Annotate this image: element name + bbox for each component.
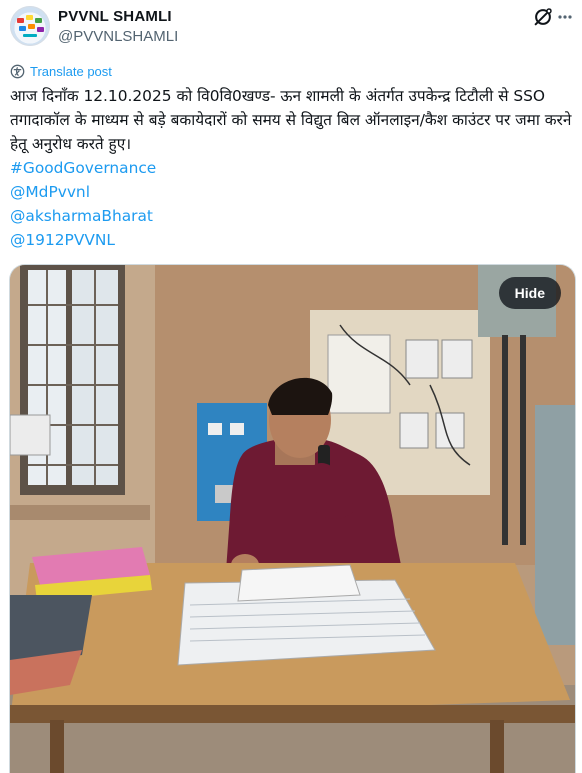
more-icon[interactable] bbox=[558, 7, 572, 27]
post-photo[interactable]: Hide bbox=[9, 264, 576, 773]
post-text: आज दिनाँक 12.10.2025 को वि0वि0खण्ड- ऊन श… bbox=[10, 87, 572, 153]
author-block[interactable]: PVVNL SHAMLI @PVVNLSHAMLI bbox=[58, 8, 178, 45]
photo-scene bbox=[10, 265, 575, 773]
post-header: PVVNL SHAMLI @PVVNLSHAMLI bbox=[10, 6, 572, 46]
user-handle[interactable]: @PVVNLSHAMLI bbox=[58, 28, 178, 45]
mention-aksharmabharat[interactable]: @aksharmaBharat bbox=[10, 204, 572, 228]
mention-1912pvvnl[interactable]: @1912PVVNL bbox=[10, 228, 572, 252]
mention-mdpvvnl[interactable]: @MdPvvnl bbox=[10, 180, 572, 204]
translate-icon bbox=[10, 64, 25, 79]
profile-avatar[interactable] bbox=[10, 6, 50, 46]
hide-media-button[interactable]: Hide bbox=[498, 277, 561, 309]
display-name[interactable]: PVVNL SHAMLI bbox=[58, 8, 178, 25]
hashtag-goodgovernance[interactable]: #GoodGovernance bbox=[10, 156, 572, 180]
translate-post-link[interactable]: Translate post bbox=[10, 64, 112, 79]
translate-post-label: Translate post bbox=[30, 64, 112, 79]
grok-icon[interactable] bbox=[532, 6, 554, 28]
post-body: आज दिनाँक 12.10.2025 को वि0वि0खण्ड- ऊन श… bbox=[10, 84, 572, 252]
